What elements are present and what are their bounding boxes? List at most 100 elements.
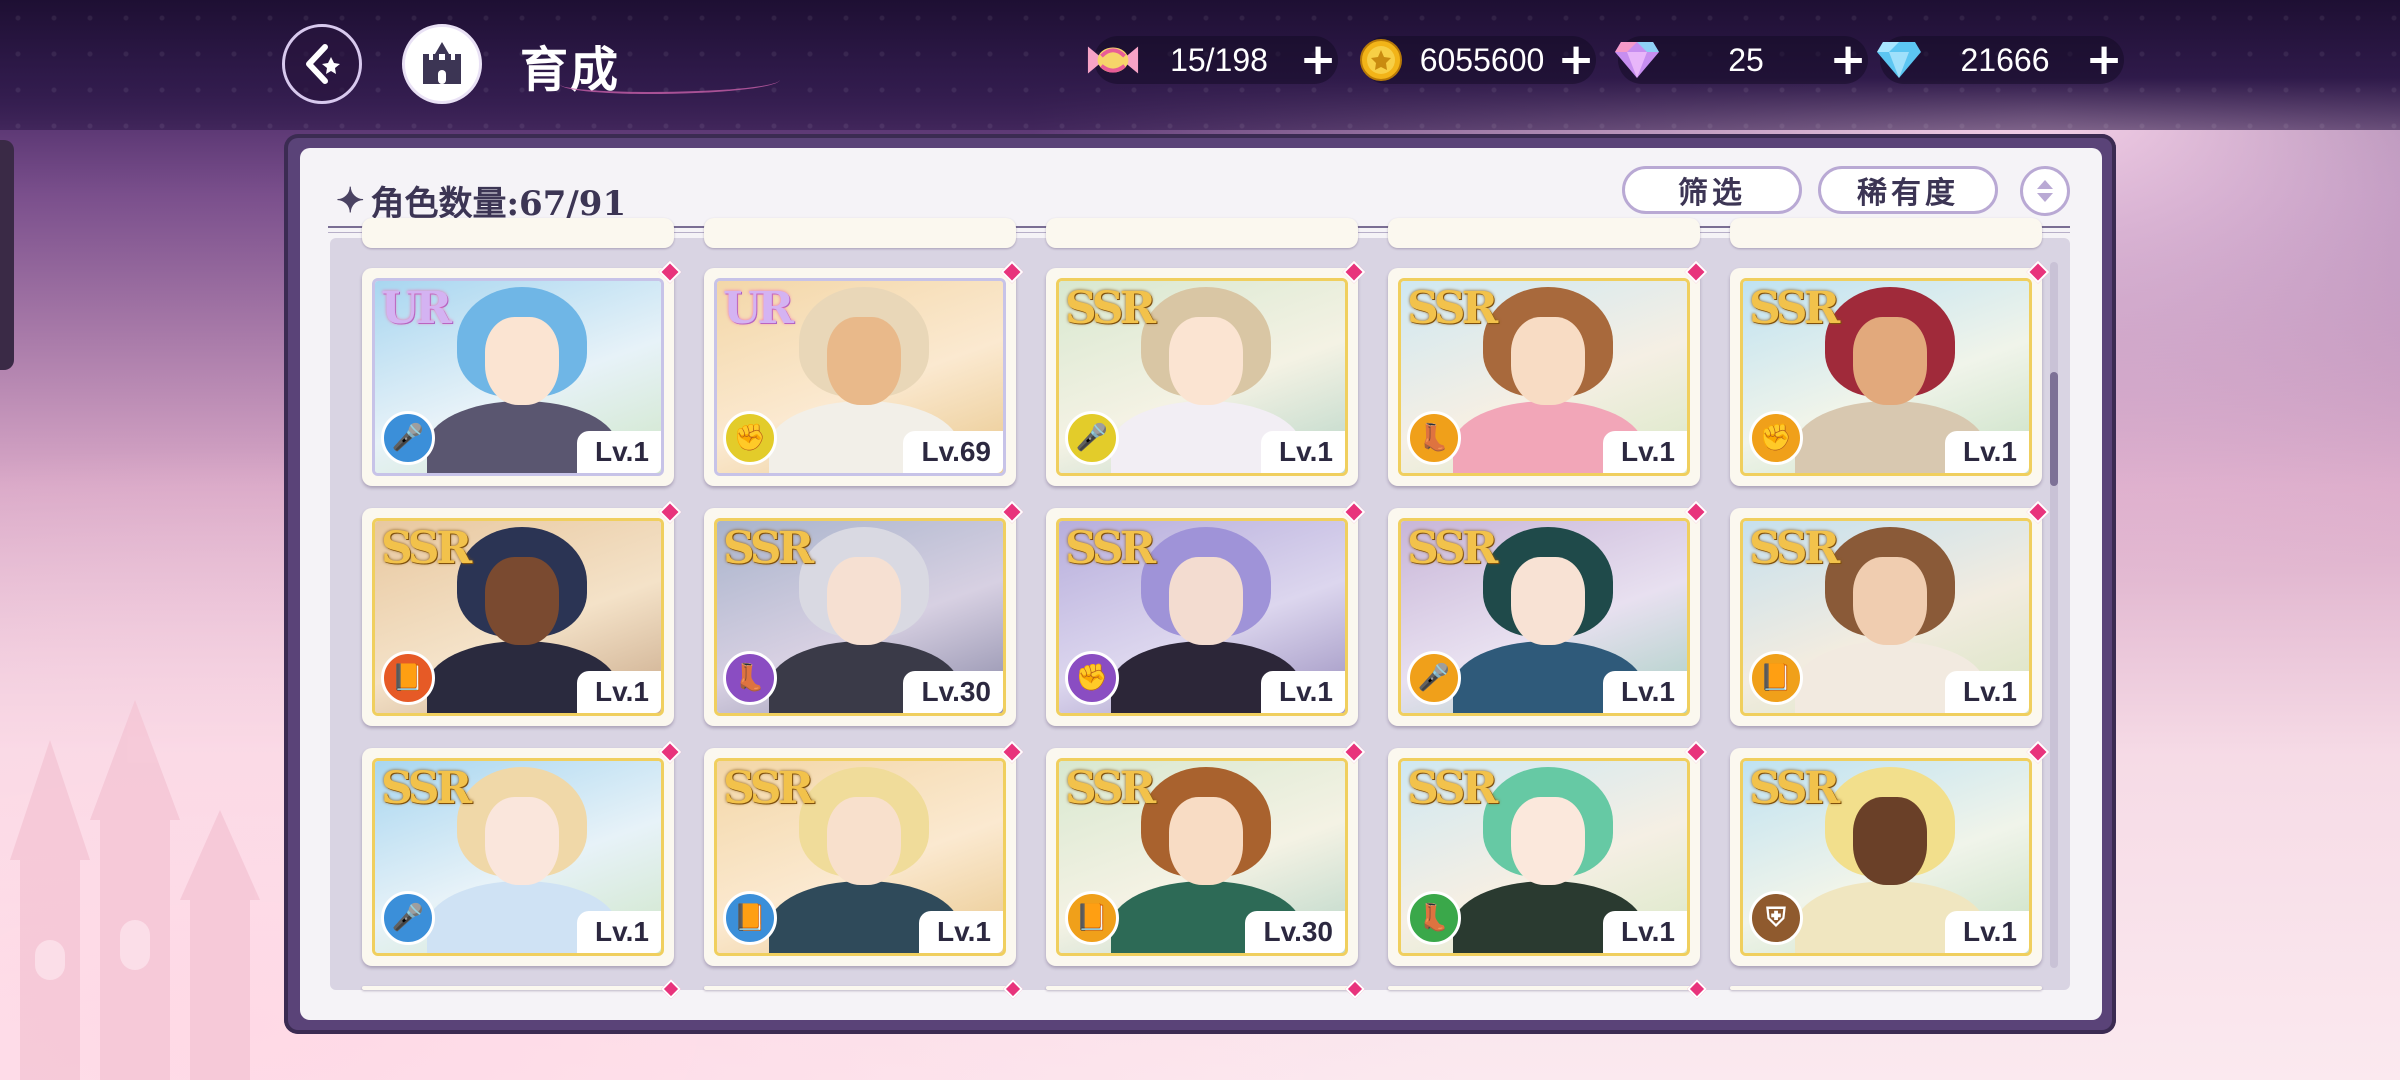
character-portrait: SSR ⛨ Lv.1 [1740,758,2032,956]
side-edge-tab[interactable] [0,140,14,370]
paid-gem-counter: 25 + [1615,36,1868,84]
shield-icon: ⛨ [1749,891,1803,945]
character-portrait: SSR 📙 Lv.1 [372,518,664,716]
rarity-label: SSR [1407,763,1498,814]
castle-icon [423,42,461,84]
level-label: Lv.1 [577,911,661,953]
boot-icon: 👢 [1407,411,1461,465]
rarity-label: SSR [1749,523,1840,574]
boot-icon: 👢 [723,651,777,705]
add-stamina-button[interactable]: + [1298,38,1338,82]
back-arrow-icon [306,44,340,84]
character-portrait: UR ✊ Lv.69 [714,278,1006,476]
card-partial-top[interactable] [1388,218,1700,248]
character-portrait: SSR ✊ Lv.1 [1740,278,2032,476]
book-icon: 📙 [1065,891,1119,945]
rarity-label: SSR [723,523,814,574]
character-card[interactable]: SSR ✊ Lv.1 [1730,260,2050,486]
stamina-value: 15/198 [1170,41,1268,78]
level-label: Lv.1 [1261,431,1345,473]
rarity-label: SSR [381,763,472,814]
blue-gem-icon [1872,33,1926,87]
microphone-icon: 🎤 [381,891,435,945]
rarity-label: SSR [1065,523,1156,574]
scrollbar-thumb[interactable] [2050,372,2058,486]
free-gem-value: 21666 [1960,41,2050,78]
character-card[interactable]: SSR 📙 Lv.1 [1730,500,2050,726]
sort-order-toggle[interactable] [2020,166,2070,216]
character-portrait: SSR ✊ Lv.1 [1056,518,1348,716]
character-card[interactable]: SSR 📙 Lv.1 [704,740,1024,966]
level-label: Lv.1 [1945,671,2029,713]
level-label: Lv.1 [1945,431,2029,473]
character-face [827,317,901,405]
character-portrait: SSR 👢 Lv.1 [1398,758,1690,956]
character-card[interactable]: SSR 👢 Lv.1 [1388,260,1708,486]
card-partial-top[interactable] [1730,218,2042,248]
rarity-label: SSR [1749,763,1840,814]
book-icon: 📙 [1749,651,1803,705]
microphone-icon: 🎤 [1065,411,1119,465]
level-label: Lv.69 [903,431,1003,473]
fist-icon: ✊ [1065,651,1119,705]
level-label: Lv.1 [1603,431,1687,473]
character-card[interactable]: SSR 👢 Lv.30 [704,500,1024,726]
add-paid-gem-button[interactable]: + [1828,38,1868,82]
add-free-gem-button[interactable]: + [2084,38,2124,82]
back-button[interactable] [282,24,362,104]
filter-button[interactable]: 筛选 [1622,166,1802,214]
rarity-label: SSR [1749,283,1840,334]
card-partial-bottom[interactable] [704,979,1023,999]
character-portrait: SSR 🎤 Lv.1 [1398,518,1690,716]
character-card[interactable]: SSR 🎤 Lv.1 [1388,500,1708,726]
level-label: Lv.1 [919,911,1003,953]
add-gold-button[interactable]: + [1556,38,1596,82]
card-partial-top[interactable] [1046,218,1358,248]
character-card[interactable]: SSR ✊ Lv.1 [1046,500,1366,726]
level-label: Lv.1 [1603,671,1687,713]
character-card[interactable]: SSR 🎤 Lv.1 [362,740,682,966]
boot-icon: 👢 [1407,891,1461,945]
character-card[interactable]: SSR 📙 Lv.30 [1046,740,1366,966]
character-card[interactable]: SSR 🎤 Lv.1 [1046,260,1366,486]
scrollbar-track[interactable] [2050,262,2058,968]
book-icon: 📙 [381,651,435,705]
character-card[interactable]: SSR 👢 Lv.1 [1388,740,1708,966]
sort-arrows-icon [2037,180,2053,202]
paid-gem-value: 25 [1728,41,1764,78]
character-face [485,557,559,645]
microphone-icon: 🎤 [381,411,435,465]
card-partial-bottom[interactable] [1046,979,1365,999]
character-card[interactable]: UR ✊ Lv.69 [704,260,1024,486]
rarity-label: SSR [381,523,472,574]
level-label: Lv.1 [1261,671,1345,713]
card-partial-bottom[interactable] [362,979,681,999]
book-icon: 📙 [723,891,777,945]
character-face [1853,557,1927,645]
rarity-label: UR [381,283,452,334]
card-partial-bottom[interactable] [1388,979,1707,999]
card-partial-top[interactable] [362,218,674,248]
character-face [1511,317,1585,405]
character-card[interactable]: SSR 📙 Lv.1 [362,500,682,726]
character-portrait: UR 🎤 Lv.1 [372,278,664,476]
character-card[interactable]: UR 🎤 Lv.1 [362,260,682,486]
sort-rarity-button[interactable]: 稀有度 [1818,166,1998,214]
free-gem-counter: 21666 + [1877,36,2124,84]
character-face [485,797,559,885]
character-face [827,557,901,645]
character-face [485,317,559,405]
card-partial-bottom[interactable] [1730,986,2042,990]
character-portrait: SSR 📙 Lv.30 [1056,758,1348,956]
candy-icon [1086,33,1140,87]
rarity-label: SSR [1065,283,1156,334]
character-card[interactable]: SSR ⛨ Lv.1 [1730,740,2050,966]
character-portrait: SSR 🎤 Lv.1 [372,758,664,956]
rarity-label: SSR [1065,763,1156,814]
character-portrait: SSR 👢 Lv.1 [1398,278,1690,476]
card-partial-top[interactable] [704,218,1016,248]
character-face [827,797,901,885]
level-label: Lv.30 [903,671,1003,713]
home-button[interactable] [402,24,482,104]
coin-icon [1354,33,1408,87]
